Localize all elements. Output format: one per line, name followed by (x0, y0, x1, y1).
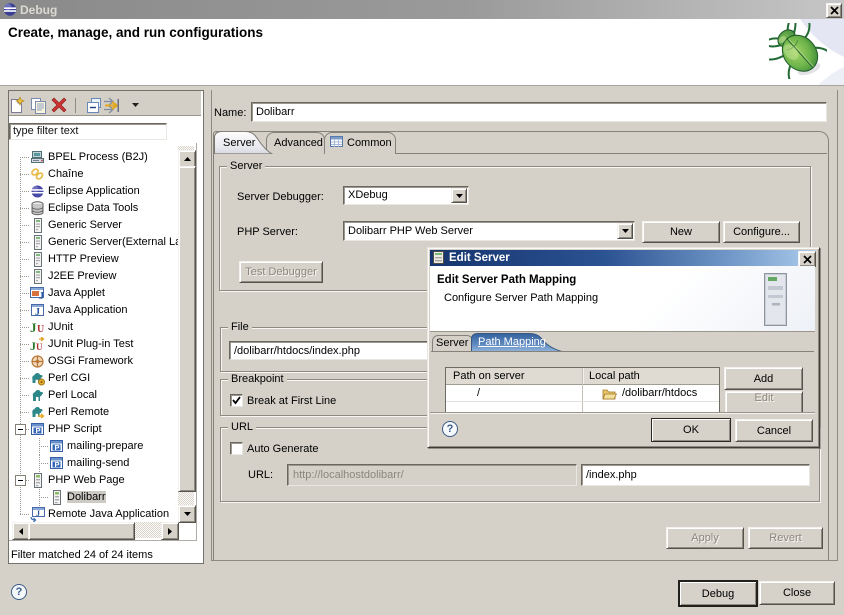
svg-text:J: J (39, 291, 44, 301)
svg-text:U: U (37, 324, 44, 335)
svg-text:J: J (35, 307, 40, 318)
svg-text:U: U (36, 342, 43, 352)
svg-text:P: P (55, 460, 60, 469)
svg-text:J: J (36, 509, 40, 518)
svg-text:P: P (55, 443, 60, 452)
svg-text:P: P (36, 426, 41, 435)
svg-text:J: J (30, 320, 37, 335)
